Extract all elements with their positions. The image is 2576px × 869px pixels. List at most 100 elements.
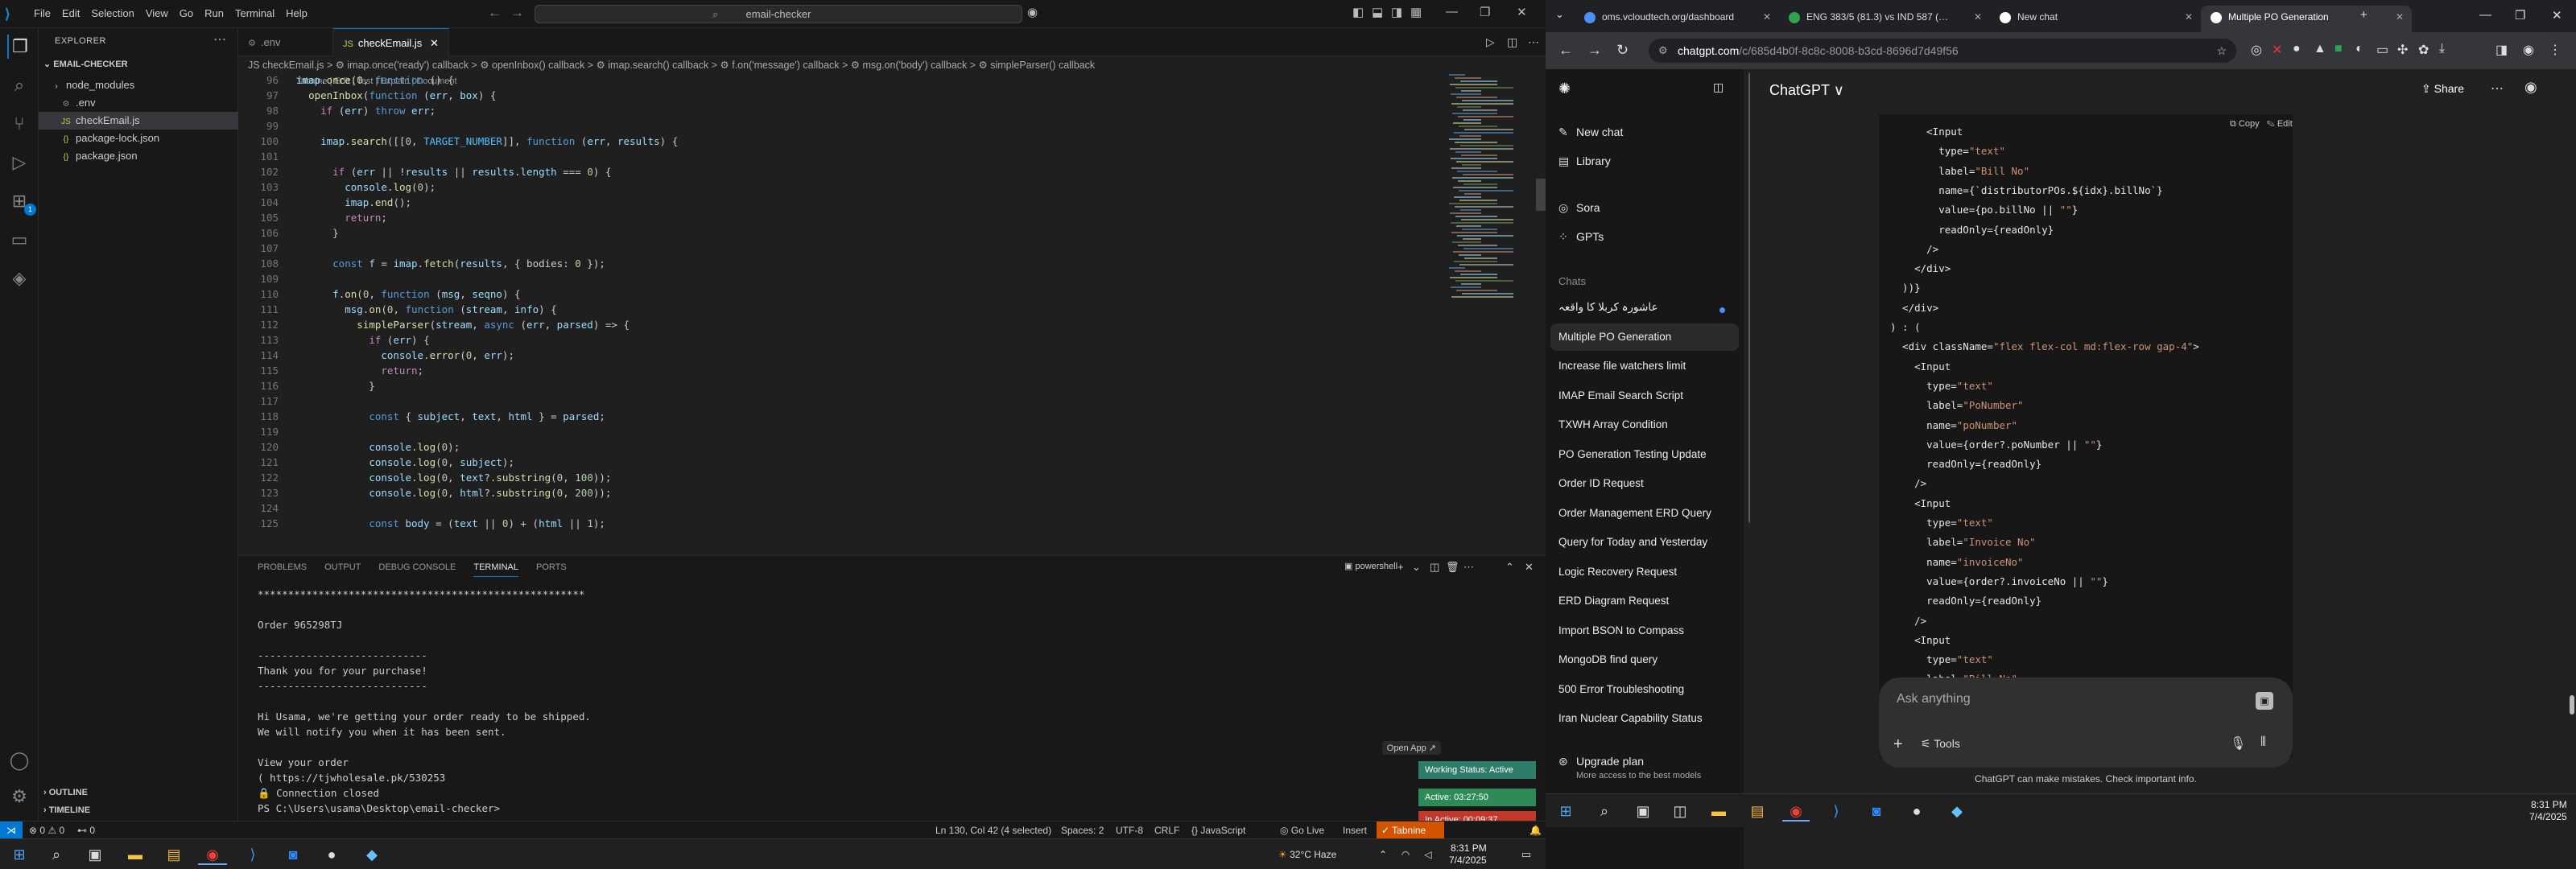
code-line[interactable]: return; [296,364,423,377]
tools-button[interactable]: ⚟ Tools [1921,737,1960,751]
chrome-tab[interactable]: oms.vcloudtech.org/dashboard ✕ [1575,6,1779,32]
more-actions-icon[interactable]: ⋯ [1463,561,1474,574]
chat-history-item[interactable]: IMAP Email Search Script [1558,389,1683,402]
close-tab-icon[interactable]: ✕ [430,37,439,49]
code-line[interactable]: imap.end(); [296,196,411,208]
remote-explorer-icon[interactable]: ▭ [7,228,31,252]
sora-button[interactable]: ◎ Sora [1558,201,1600,215]
code-line[interactable]: if (err || !results || results.length ==… [296,166,611,178]
windows-start-icon[interactable]: ⊞ [1552,801,1579,822]
extension-icon[interactable]: ✿ [2418,42,2429,58]
close-tab-icon[interactable]: ✕ [2396,6,2404,28]
app-icon[interactable]: ◆ [357,844,386,865]
tabnine-icon[interactable]: ◈ [7,266,31,290]
chat-history-item[interactable]: Multiple PO Generation [1550,323,1739,351]
code-line[interactable]: const { subject, text, html } = parsed; [296,410,605,422]
open-app-button[interactable]: Open App ↗ [1381,741,1441,755]
language-mode[interactable]: {} JavaScript [1191,822,1245,839]
extension-icon[interactable]: ● [2293,42,2301,56]
chat-history-item[interactable]: PO Generation Testing Update [1558,448,1707,460]
code-line[interactable]: imap.once(0, function () { [296,74,454,86]
extension-icon[interactable]: ■ [2334,42,2343,56]
code-line[interactable]: const f = imap.fetch(results, { bodies: … [296,257,605,270]
downloads-icon[interactable]: ⤓ [2439,42,2445,56]
menu-item-terminal[interactable]: Terminal [235,7,275,19]
code-line[interactable]: console.log(0); [296,181,436,193]
menu-item-help[interactable]: Help [286,7,308,19]
close-tab-icon[interactable]: ✕ [1763,6,1771,28]
vscode-taskbar-icon[interactable]: ⟩ [238,844,267,865]
chat-history-item[interactable]: TXWH Array Condition [1558,418,1668,430]
encoding[interactable]: UTF-8 [1116,822,1143,839]
chrome-tab[interactable]: New chat ✕ [1990,6,2201,32]
task-view-icon[interactable]: ▣ [1629,801,1657,822]
windows-start-icon[interactable]: ⊞ [5,844,34,865]
code-line[interactable]: if (err) { [296,334,429,346]
code-line[interactable]: openInbox(function (err, box) { [296,89,496,101]
remote-icon[interactable]: ⋊ [0,822,23,839]
indentation[interactable]: Spaces: 2 [1061,822,1104,839]
bookmark-star-icon[interactable]: ☆ [2216,39,2227,63]
folder-header[interactable]: ⌄ EMAIL-CHECKER [43,59,128,69]
prompt-input[interactable]: Ask anything [1897,692,1971,706]
code-editor[interactable]: 96 imap.once(0, function () {97 openInbox… [238,74,1446,554]
openai-logo-icon[interactable]: ✺ [1558,80,1571,97]
code-line[interactable]: if (err) throw err; [296,105,436,117]
customize-layout-icon[interactable]: ▦ [1410,5,1422,19]
chrome-tab[interactable]: ENG 383/5 (81.3) vs IND 587 (… ✕ [1779,6,1990,32]
eol[interactable]: CRLF [1154,822,1179,839]
file-item[interactable]: {} package-lock.json [39,130,238,147]
extension-icon[interactable]: ◐ [2355,42,2363,56]
insert-mode[interactable]: Insert [1343,822,1367,839]
toggle-secondary-sidebar-icon[interactable]: ◨ [1391,5,1402,19]
reload-icon[interactable]: ↻ [1616,42,1629,59]
library-button[interactable]: ▤ Library [1558,154,1611,168]
terminal-shell[interactable]: ▣ powershell [1344,561,1397,571]
extension-icon[interactable]: ✕ [2272,42,2282,58]
close-icon[interactable]: ✕ [2552,8,2562,23]
run-debug-icon[interactable]: ▷ [7,150,31,175]
panel-tab-output[interactable]: OUTPUT [324,562,361,577]
close-sidebar-icon[interactable]: ◫ [1713,80,1724,94]
close-icon[interactable]: ✕ [1517,5,1527,19]
panel-tab-terminal[interactable]: TERMINAL [473,562,518,577]
user-avatar[interactable]: ◉ [2524,79,2537,96]
more-options-icon[interactable]: ⋯ [2491,80,2504,97]
restore-icon[interactable]: ❐ [2515,8,2525,23]
app-icon[interactable]: ◆ [1943,801,1971,822]
zoom-icon[interactable]: ◙ [1863,801,1890,822]
copilot-icon[interactable]: ◉ [1027,5,1038,19]
address-bar[interactable]: ⚙ chatgpt.com/c/685d4b0f-8c8c-8008-b3cd-8… [1649,39,2236,63]
back-arrow-icon[interactable]: ← [488,5,502,21]
code-line[interactable]: } [296,380,375,392]
chevron-down-icon[interactable]: ⌄ [1412,561,1421,574]
new-terminal-icon[interactable]: + [1397,561,1404,573]
chat-history-item[interactable]: 500 Error Troubleshooting [1558,683,1684,695]
toggle-sidebar-icon[interactable]: ◧ [1352,5,1364,19]
extensions-icon[interactable]: ⊞ 1 [7,189,36,216]
zoom-icon[interactable]: ◙ [279,844,308,865]
chat-history-item[interactable]: Query for Today and Yesterday [1558,536,1707,548]
go-live[interactable]: ◎ Go Live [1280,822,1324,839]
tabnine-status[interactable]: ✓ Tabnine [1377,822,1444,839]
chrome-tab[interactable]: Multiple PO Generation ✕ [2201,6,2412,32]
code-line[interactable]: console.log(0, text?.substring(0, 100)); [296,472,611,484]
close-tab-icon[interactable]: ✕ [1974,6,1982,28]
chat-history-item[interactable]: Import BSON to Compass [1558,624,1684,636]
back-arrow-icon[interactable]: ← [1558,42,1573,59]
chat-history-item[interactable]: Iran Nuclear Capability Status [1558,712,1703,724]
menu-item-go[interactable]: Go [180,7,193,19]
menu-item-selection[interactable]: Selection [91,7,134,19]
code-line[interactable]: f.on(0, function (msg, seqno) { [296,288,520,300]
github-icon[interactable]: ● [1903,801,1930,822]
search-icon[interactable]: ⌕ [1591,801,1618,822]
new-chat-button[interactable]: ✎ New chat [1558,126,1623,139]
chat-history-item[interactable]: Increase file watchers limit [1558,360,1686,372]
weather-widget[interactable]: ☀ 32°C Haze [1278,849,1336,860]
taskbar-clock[interactable]: 8:31 PM 7/4/2025 [2529,799,2567,823]
code-line[interactable]: console.error(0, err); [296,349,514,361]
gpts-button[interactable]: ⁘ GPTs [1558,230,1604,244]
menu-item-view[interactable]: View [146,7,168,19]
chrome-icon[interactable]: ◉ [1782,801,1810,822]
breadcrumb[interactable]: JS checkEmail.js > ⚙ imap.once('ready') … [248,59,1095,73]
